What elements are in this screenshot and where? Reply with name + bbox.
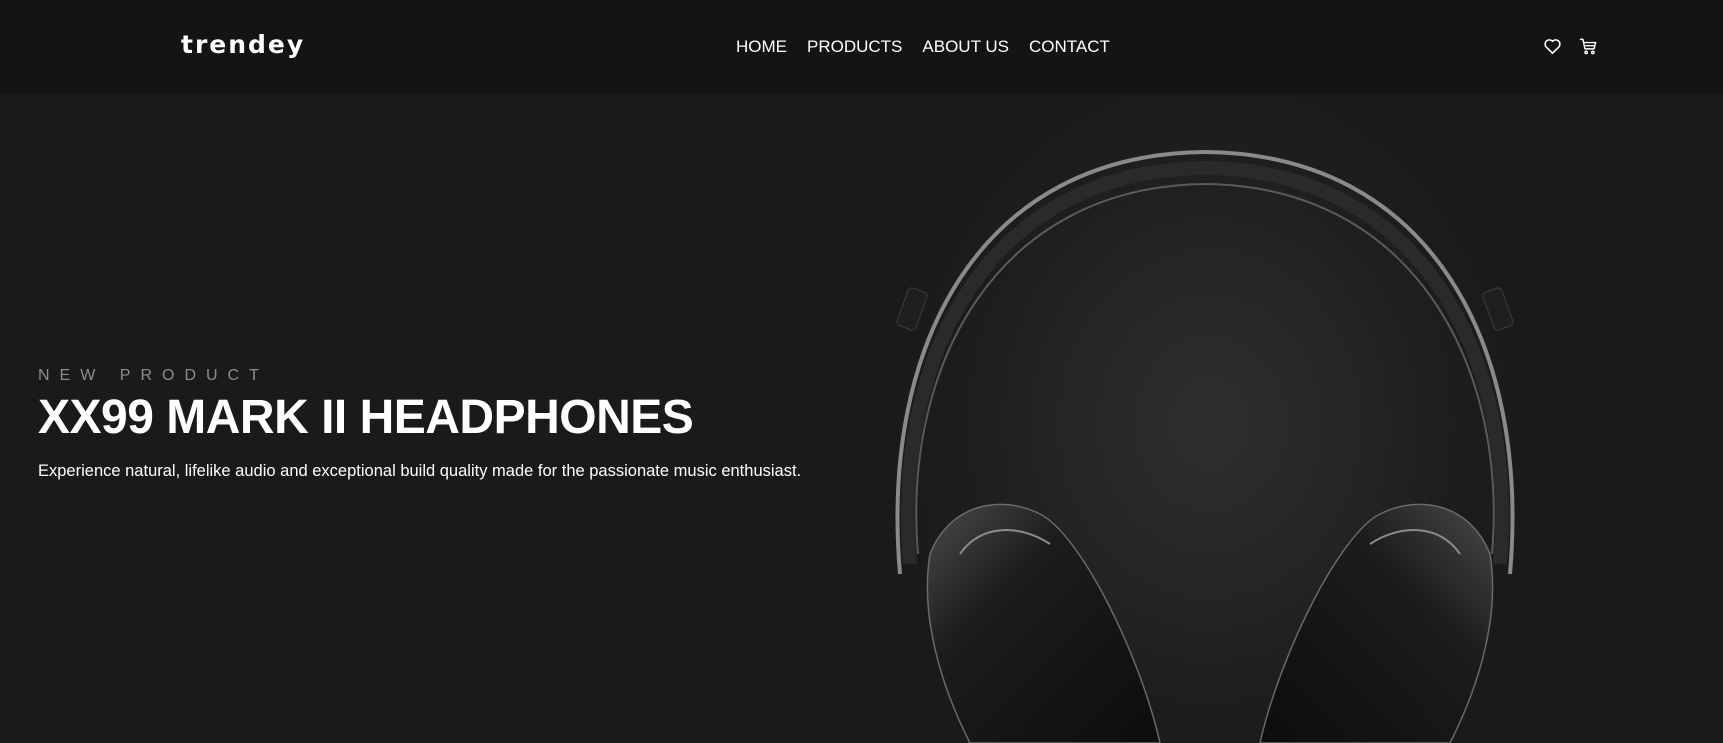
page: trendey HOME PRODUCTS ABOUT US CONTACT N… [0, 0, 1723, 743]
hero-overline: NEW PRODUCT [38, 367, 269, 384]
heart-icon[interactable] [1543, 37, 1562, 56]
nav-home-link[interactable]: HOME [736, 37, 787, 57]
headphones-illustration [895, 149, 1515, 743]
cart-icon[interactable] [1579, 37, 1598, 56]
hero-title: XX99 MARK II HEADPHONES [38, 391, 694, 444]
nav-contact-link[interactable]: CONTACT [1029, 37, 1110, 57]
headphones-photo [760, 94, 1660, 743]
nav-products-link[interactable]: PRODUCTS [807, 37, 902, 57]
hero-description: Experience natural, lifelike audio and e… [38, 462, 802, 480]
main-nav: HOME PRODUCTS ABOUT US CONTACT [736, 37, 1110, 57]
header-actions [1543, 37, 1598, 56]
site-header: trendey HOME PRODUCTS ABOUT US CONTACT [0, 0, 1723, 94]
hero-content: NEW PRODUCT XX99 MARK II HEADPHONES Expe… [38, 366, 858, 482]
hero-section: NEW PRODUCT XX99 MARK II HEADPHONES Expe… [0, 94, 1723, 743]
nav-about-us-link[interactable]: ABOUT US [922, 37, 1009, 57]
logo[interactable]: trendey [181, 30, 305, 59]
